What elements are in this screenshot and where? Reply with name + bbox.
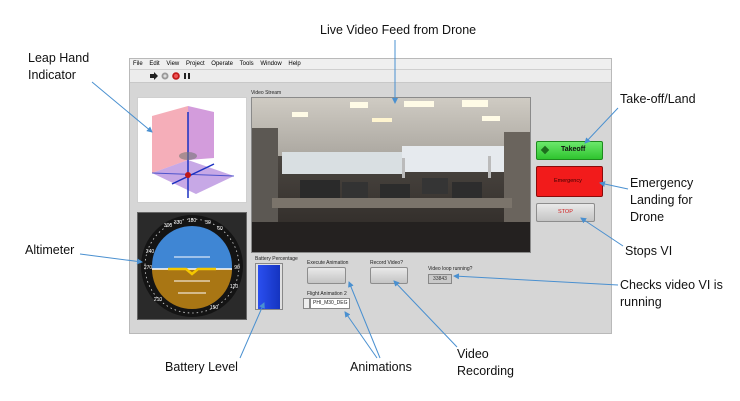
annotation-video-recording: Video Recording [457,346,514,380]
annotation-emergency-line1: Emergency [630,176,694,190]
arrow-execute-animation [348,281,381,359]
annotation-checks-video-line2: running [620,295,662,309]
annotation-altimeter: Altimeter [25,243,75,257]
arrow-altimeter [79,253,143,265]
annotation-leap-hand: Leap Hand Indicator [28,50,89,84]
annotation-checks-video: Checks video VI is running [620,277,723,311]
arrow-flight-animation [344,311,378,359]
annotation-video-recording-line1: Video [457,347,489,361]
annotation-leap-hand-line1: Leap Hand [28,51,90,65]
arrow-emergency [599,181,629,190]
arrow-record-video [393,280,458,348]
annotation-emergency: Emergency Landing for Drone [630,175,693,226]
arrow-video-loop [453,273,619,286]
annotation-stops-vi: Stops VI [625,244,673,258]
annotation-animations: Animations [350,360,412,374]
arrow-stop [580,217,624,247]
annotation-live-video: Live Video Feed from Drone [320,23,477,37]
annotation-takeoff-land: Take-off/Land [620,92,696,106]
arrow-leap-hand [91,81,153,133]
arrow-takeoff [584,107,619,144]
annotation-leap-hand-line2: Indicator [28,68,76,82]
annotation-emergency-line2: Landing for [630,193,693,207]
annotation-arrows [79,40,629,359]
annotation-video-recording-line2: Recording [457,364,514,378]
arrow-battery [239,302,265,359]
annotation-battery: Battery Level [165,360,238,374]
annotation-emergency-line3: Drone [630,210,665,224]
annotation-checks-video-line1: Checks video VI is [620,278,723,292]
